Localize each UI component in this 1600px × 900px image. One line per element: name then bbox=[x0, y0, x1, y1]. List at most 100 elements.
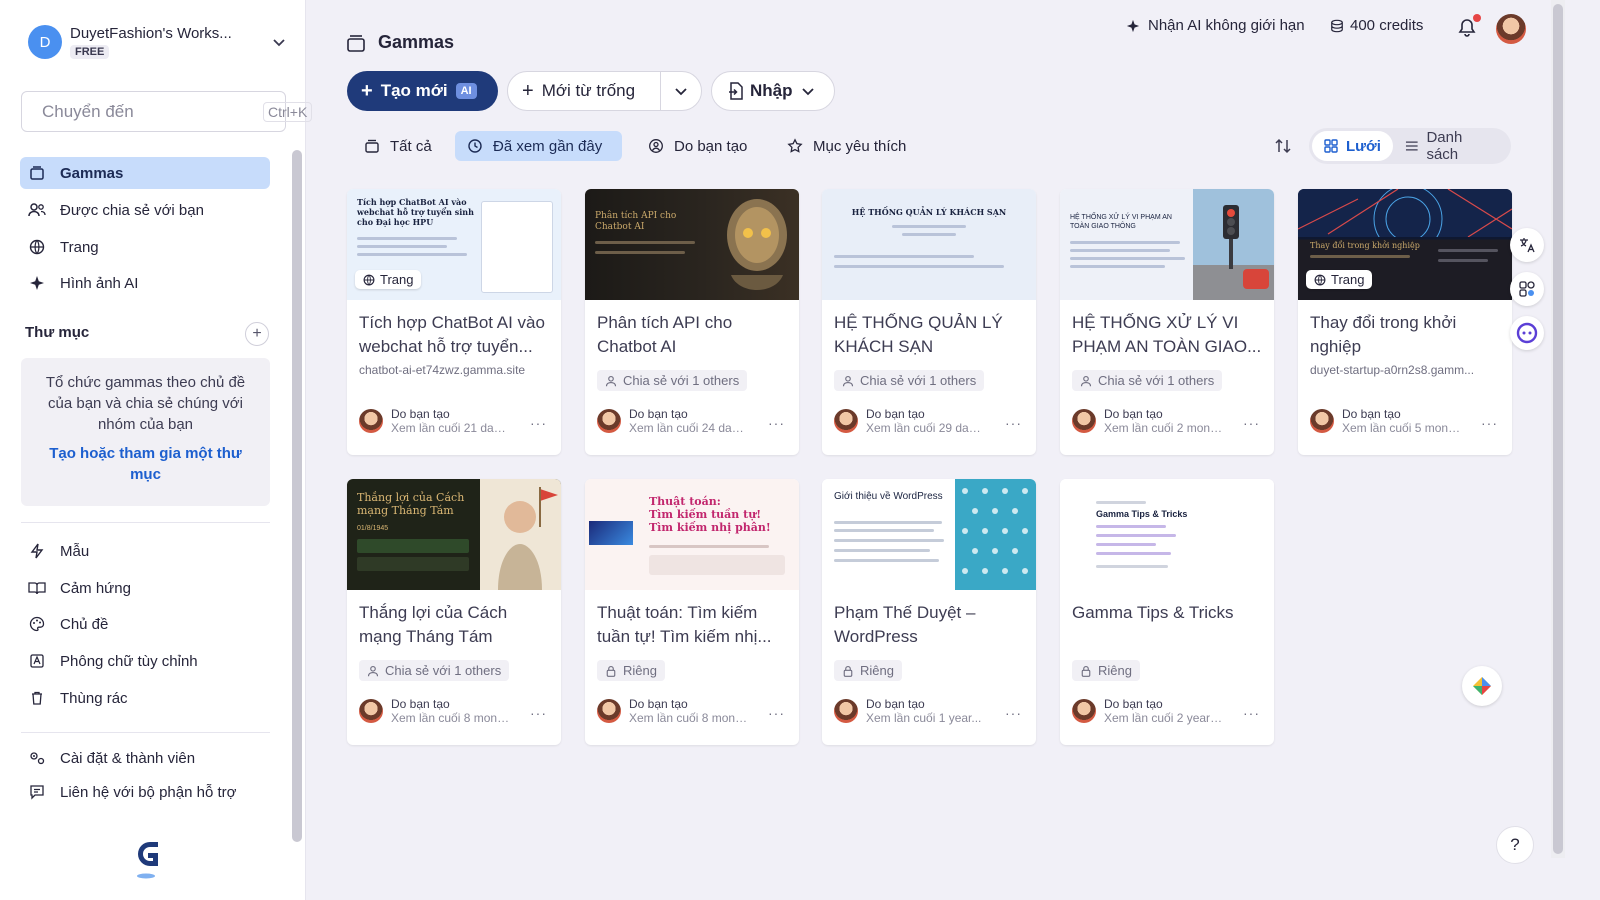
sidebar-item-settings[interactable]: Cài đặt & thành viên bbox=[20, 742, 270, 774]
sidebar-item-inspiration[interactable]: Cảm hứng bbox=[20, 572, 270, 604]
card-footer: Do bạn tạo Xem lần cuối 8 month... bbox=[597, 697, 749, 725]
thumb-title: Gamma Tips & Tricks bbox=[1096, 509, 1188, 519]
card-last-viewed: Xem lần cuối 5 month... bbox=[1342, 421, 1462, 435]
card-meta: Do bạn tạo Xem lần cuối 2 years... bbox=[1104, 697, 1224, 725]
page-scrollbar-thumb[interactable] bbox=[1553, 4, 1563, 854]
help-button[interactable]: ? bbox=[1496, 826, 1534, 864]
list-icon bbox=[1405, 141, 1418, 151]
sidebar-scrollbar[interactable] bbox=[292, 150, 302, 842]
gamma-card[interactable]: Thắng lợi của Cách mạng Tháng Tám 01/8/1… bbox=[347, 479, 561, 745]
apps-icon bbox=[1519, 281, 1535, 297]
trash-icon bbox=[28, 689, 46, 707]
filter-recent[interactable]: Đã xem gần đây bbox=[455, 131, 622, 161]
card-meta: Do bạn tạo Xem lần cuối 29 days... bbox=[866, 407, 986, 435]
gamma-card[interactable]: Gamma Tips & Tricks Gamma Tips & Tricks … bbox=[1060, 479, 1274, 745]
gamma-card[interactable]: HỆ THỐNG QUẢN LÝ KHÁCH SẠN HỆ THỐNG QUẢN… bbox=[822, 189, 1036, 455]
apps-button[interactable] bbox=[1510, 272, 1544, 306]
card-more-button[interactable]: ··· bbox=[1243, 705, 1260, 721]
card-last-viewed: Xem lần cuối 2 month... bbox=[1104, 421, 1224, 435]
traffic-light-image bbox=[1193, 189, 1274, 300]
share-status-label: Chia sẻ với 1 others bbox=[860, 373, 977, 388]
card-meta: Do bạn tạo Xem lần cuối 21 days... bbox=[391, 407, 511, 435]
view-list-button[interactable]: Danh sách bbox=[1393, 129, 1508, 163]
clock-icon bbox=[468, 139, 482, 153]
card-more-button[interactable]: ··· bbox=[1005, 705, 1022, 721]
card-more-button[interactable]: ··· bbox=[530, 415, 547, 431]
gamma-card[interactable]: Phân tích API cho Chatbot AI Phân tích A… bbox=[585, 189, 799, 455]
card-author: Do bạn tạo bbox=[1342, 407, 1401, 421]
avatar bbox=[1310, 409, 1334, 433]
sidebar-item-shared[interactable]: Được chia sẻ với bạn bbox=[20, 194, 270, 226]
card-more-button[interactable]: ··· bbox=[768, 415, 785, 431]
sidebar-item-label: Được chia sẻ với bạn bbox=[60, 201, 204, 219]
credits-button[interactable]: 400 credits bbox=[1330, 17, 1423, 34]
import-button[interactable]: Nhập bbox=[711, 71, 835, 111]
card-footer: Do bạn tạo Xem lần cuối 24 days... bbox=[597, 407, 749, 435]
import-icon bbox=[729, 82, 743, 100]
card-more-button[interactable]: ··· bbox=[1243, 415, 1260, 431]
card-meta: Do bạn tạo Xem lần cuối 8 month... bbox=[629, 697, 749, 725]
card-footer: Do bạn tạo Xem lần cuối 1 year... bbox=[834, 697, 986, 725]
site-badge-label: Trang bbox=[1331, 272, 1365, 287]
add-folder-button[interactable]: + bbox=[245, 322, 269, 346]
card-author: Do bạn tạo bbox=[1104, 407, 1163, 421]
avatar bbox=[834, 409, 858, 433]
filter-label: Do bạn tạo bbox=[674, 137, 748, 155]
workspace-switcher[interactable]: D DuyetFashion's Works... FREE bbox=[28, 22, 288, 62]
card-title: Thuật toán: Tìm kiếm tuần tự! Tìm kiếm n… bbox=[597, 603, 772, 646]
page-title-text: Gammas bbox=[378, 32, 455, 52]
translate-button[interactable] bbox=[1510, 228, 1544, 262]
card-more-button[interactable]: ··· bbox=[1481, 415, 1498, 431]
chevron-down-icon[interactable] bbox=[270, 33, 288, 51]
sidebar-item-themes[interactable]: Chủ đề bbox=[20, 608, 270, 640]
sidebar-item-templates[interactable]: Mẫu bbox=[20, 535, 270, 567]
gamma-card[interactable]: HỆ THỐNG XỬ LÝ VI PHẠM AN TOÀN GIAO THÔN… bbox=[1060, 189, 1274, 455]
thumb-title: Giới thiệu về WordPress bbox=[834, 491, 943, 502]
card-title: HỆ THỐNG XỬ LÝ VI PHẠM AN TOÀN GIAO... bbox=[1072, 313, 1262, 356]
privacy-status: Riêng bbox=[834, 660, 902, 681]
sidebar-item-gammas[interactable]: Gammas bbox=[20, 157, 270, 189]
card-last-viewed: Xem lần cuối 8 month... bbox=[629, 711, 749, 725]
gammas-icon bbox=[347, 34, 365, 52]
card-footer: Do bạn tạo Xem lần cuối 29 days... bbox=[834, 407, 986, 435]
gamma-card[interactable]: Thuật toán: Tìm kiếm tuần tự! Tìm kiếm n… bbox=[585, 479, 799, 745]
card-more-button[interactable]: ··· bbox=[768, 705, 785, 721]
card-title: Phạm Thế Duyệt – WordPress bbox=[834, 603, 976, 646]
filter-created-by-you[interactable]: Do bạn tạo bbox=[636, 131, 759, 161]
portrait-image bbox=[480, 479, 561, 590]
plus-icon: + bbox=[361, 79, 373, 102]
card-last-viewed: Xem lần cuối 1 year... bbox=[866, 711, 982, 725]
thumb-line-2: Tìm kiếm tuần tự! bbox=[649, 508, 762, 521]
gem-button[interactable] bbox=[1462, 666, 1502, 706]
filter-favorites[interactable]: Mục yêu thích bbox=[775, 131, 918, 161]
globe-icon bbox=[28, 238, 46, 256]
ai-promo-link[interactable]: Nhận AI không giới hạn bbox=[1126, 17, 1305, 34]
jump-input[interactable] bbox=[42, 101, 263, 122]
sidebar-item-ai-images[interactable]: Hình ảnh AI bbox=[20, 267, 270, 299]
gamma-card[interactable]: Giới thiệu về WordPress Phạm Thế Duyệt –… bbox=[822, 479, 1036, 745]
assistant-button[interactable] bbox=[1510, 316, 1544, 350]
sort-icon[interactable] bbox=[1274, 137, 1292, 155]
share-status-label: Chia sẻ với 1 others bbox=[623, 373, 740, 388]
filter-all[interactable]: Tất cả bbox=[352, 131, 444, 161]
avatar[interactable] bbox=[1496, 14, 1526, 44]
gamma-card[interactable]: Thay đổi trong khởi nghiệp Trang Thay đổ… bbox=[1298, 189, 1512, 455]
new-blank-dropdown[interactable] bbox=[661, 84, 701, 98]
sidebar-item-custom-fonts[interactable]: Phông chữ tùy chỉnh bbox=[20, 645, 270, 677]
sidebar-item-support[interactable]: Liên hệ với bộ phận hỗ trợ bbox=[20, 776, 270, 808]
star-icon bbox=[787, 138, 803, 153]
card-more-button[interactable]: ··· bbox=[530, 705, 547, 721]
create-folder-link[interactable]: Tạo hoặc tham gia một thư mục bbox=[37, 443, 254, 485]
share-status: Chia sẻ với 1 others bbox=[1072, 370, 1223, 391]
new-blank-button[interactable]: + Mới từ trống bbox=[508, 72, 661, 110]
sidebar-item-trash[interactable]: Thùng rác bbox=[20, 682, 270, 714]
create-new-ai-button[interactable]: + Tạo mới AI bbox=[347, 71, 498, 111]
view-grid-button[interactable]: Lưới bbox=[1312, 131, 1393, 161]
notification-dot bbox=[1473, 14, 1481, 22]
gamma-card[interactable]: Tích hợp ChatBot AI vào webchat hỗ trợ t… bbox=[347, 189, 561, 455]
jump-search[interactable]: Ctrl+K bbox=[21, 91, 313, 132]
card-more-button[interactable]: ··· bbox=[1005, 415, 1022, 431]
sidebar-item-label: Chủ đề bbox=[60, 615, 109, 633]
site-badge: Trang bbox=[355, 270, 422, 289]
sidebar-item-sites[interactable]: Trang bbox=[20, 231, 270, 263]
